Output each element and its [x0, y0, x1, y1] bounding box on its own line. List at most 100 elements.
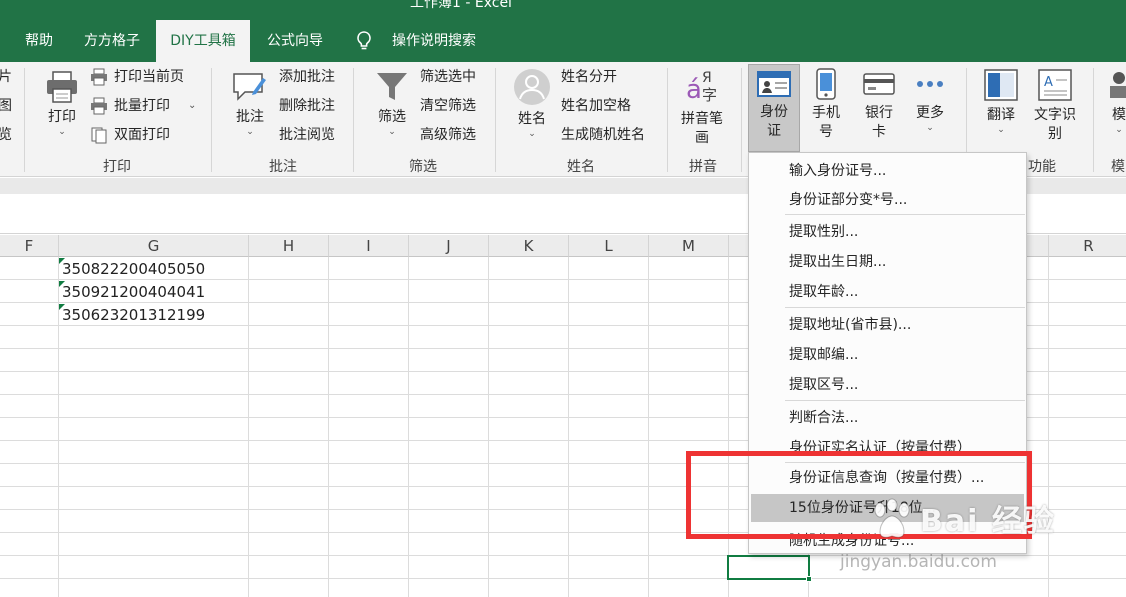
- text-recognition-label-line2: 别: [1048, 126, 1062, 142]
- menu-separator: [785, 400, 1025, 401]
- text-recognition-icon: A: [1038, 69, 1072, 101]
- printer-icon: [47, 71, 77, 103]
- text-recognition-label-line1: 文字识: [1034, 107, 1076, 123]
- comment-label: 批注: [236, 109, 264, 125]
- menu-item-extract-address[interactable]: 提取地址(省市县)...: [751, 311, 1024, 339]
- column-header-k[interactable]: K: [489, 235, 569, 257]
- translate-button[interactable]: 翻译 ⌄: [978, 68, 1024, 135]
- comment-button[interactable]: 批注 ⌄: [226, 70, 274, 137]
- svg-text:Я: Я: [702, 70, 712, 86]
- svg-text:á: á: [686, 75, 702, 105]
- window-title: 工作簿1 - Excel: [410, 0, 512, 11]
- column-header-h[interactable]: H: [249, 235, 329, 257]
- svg-text:A: A: [1044, 75, 1053, 90]
- view-comments-button[interactable]: 批注阅览: [279, 124, 335, 146]
- pinyin-label-line1: 拼音笔: [681, 111, 723, 127]
- grid-line: [648, 257, 649, 597]
- cell-g1-value: 350822200405050: [62, 260, 206, 278]
- tab-formula-wizard[interactable]: 公式向导: [254, 20, 336, 62]
- advanced-filter-button[interactable]: 高级筛选: [420, 124, 476, 146]
- active-cell-selection[interactable]: [727, 555, 812, 582]
- menu-item-extract-age[interactable]: 提取年龄...: [751, 278, 1024, 306]
- chevron-down-icon: ⌄: [1115, 125, 1123, 135]
- phone-number-button[interactable]: 手机 号: [804, 68, 848, 142]
- cell-g3-value: 350623201312199: [62, 306, 206, 324]
- column-header-r[interactable]: R: [1049, 235, 1126, 257]
- bank-card-icon: [863, 73, 895, 95]
- filter-button[interactable]: 筛选 ⌄: [368, 70, 416, 137]
- group-label-print: 打印: [103, 159, 131, 175]
- random-name-button[interactable]: 生成随机姓名: [561, 124, 645, 146]
- cell-g1[interactable]: 350822200405050: [59, 258, 248, 280]
- column-header-f[interactable]: F: [0, 235, 59, 257]
- text-recognition-button[interactable]: A 文字识 别: [1030, 68, 1080, 144]
- chevron-down-icon: ⌄: [997, 125, 1005, 135]
- bank-label-line2: 卡: [872, 124, 886, 140]
- add-comment-button[interactable]: 添加批注: [279, 66, 335, 88]
- print-button[interactable]: 打印 ⌄: [38, 70, 86, 137]
- left-edge-item-1[interactable]: 片: [0, 66, 12, 88]
- filter-selected-button[interactable]: 筛选选中: [420, 66, 476, 88]
- excel-window: 工作簿1 - Excel 帮助 方方格子 DIY工具箱 公式向导 操作说明搜索 …: [0, 0, 1126, 597]
- tab-help[interactable]: 帮助: [12, 20, 66, 62]
- phone-label-line2: 号: [819, 124, 833, 140]
- column-header-j[interactable]: J: [409, 235, 489, 257]
- tell-me-search[interactable]: 操作说明搜索: [354, 20, 484, 62]
- grid-line: [488, 257, 489, 597]
- tell-me-label: 操作说明搜索: [392, 33, 476, 49]
- mobile-phone-icon: [816, 68, 836, 100]
- column-header-l[interactable]: L: [569, 235, 649, 257]
- template-button[interactable]: 模 ⌄: [1104, 68, 1126, 135]
- cell-g2-value: 350921200404041: [62, 283, 206, 301]
- left-edge-item-2[interactable]: 图: [0, 95, 12, 117]
- delete-comment-button[interactable]: 删除批注: [279, 95, 335, 117]
- group-label-pinyin: 拼音: [689, 159, 717, 175]
- phone-label-line1: 手机: [812, 105, 840, 121]
- bank-label-line1: 银行: [865, 105, 893, 121]
- tab-fangfang[interactable]: 方方格子: [72, 20, 152, 62]
- grid-line: [728, 257, 729, 597]
- bank-card-button[interactable]: 银行 卡: [856, 68, 902, 142]
- column-header-g[interactable]: G: [59, 235, 249, 257]
- chevron-down-icon: ⌄: [246, 127, 254, 137]
- menu-separator: [785, 214, 1025, 215]
- menu-item-extract-gender[interactable]: 提取性别...: [751, 218, 1024, 246]
- id-card-icon: [757, 71, 791, 97]
- translate-icon: [984, 69, 1018, 101]
- id-card-button[interactable]: 身份 证: [748, 64, 800, 152]
- column-header-m[interactable]: M: [649, 235, 729, 257]
- menu-item-extract-birthdate[interactable]: 提取出生日期...: [751, 248, 1024, 276]
- pinyin-icon: á Я 字: [686, 70, 717, 105]
- split-name-button[interactable]: 姓名分开: [561, 66, 617, 88]
- menu-item-extract-zipcode[interactable]: 提取邮编...: [751, 341, 1024, 369]
- group-label-filter: 筛选: [409, 159, 437, 175]
- translate-label: 翻译: [987, 107, 1015, 123]
- more-button[interactable]: 更多 ⌄: [908, 68, 952, 133]
- person-avatar-icon: [514, 69, 550, 105]
- name-add-space-button[interactable]: 姓名加空格: [561, 95, 631, 117]
- template-icon: [1110, 72, 1126, 98]
- column-header-i[interactable]: I: [329, 235, 409, 257]
- chevron-down-icon: ⌄: [926, 123, 934, 133]
- name-button[interactable]: 姓名 ⌄: [508, 68, 556, 139]
- print-page-icon: [91, 68, 107, 86]
- group-label-name: 姓名: [567, 159, 595, 175]
- print-label: 打印: [48, 109, 76, 125]
- menu-item-mask-id[interactable]: 身份证部分变*号...: [751, 186, 1024, 214]
- group-separator: [211, 68, 212, 172]
- menu-item-input-id[interactable]: 输入身份证号...: [751, 157, 1024, 185]
- lightbulb-icon: [357, 31, 371, 50]
- fill-handle[interactable]: [806, 576, 812, 582]
- menu-item-validate[interactable]: 判断合法...: [751, 404, 1024, 432]
- left-edge-item-3[interactable]: 览: [0, 124, 12, 146]
- menu-item-extract-area-code[interactable]: 提取区号...: [751, 371, 1024, 399]
- comment-icon: [233, 73, 266, 101]
- clear-filter-button[interactable]: 清空筛选: [420, 95, 476, 117]
- cell-g2[interactable]: 350921200404041: [59, 281, 248, 303]
- grid-line: [1048, 257, 1049, 597]
- cell-g3[interactable]: 350623201312199: [59, 304, 248, 326]
- funnel-icon: [377, 73, 407, 100]
- grid-line: [408, 257, 409, 597]
- tab-diy-toolbox[interactable]: DIY工具箱: [156, 20, 250, 62]
- pinyin-stroke-button[interactable]: á Я 字 拼音笔 画: [676, 68, 728, 148]
